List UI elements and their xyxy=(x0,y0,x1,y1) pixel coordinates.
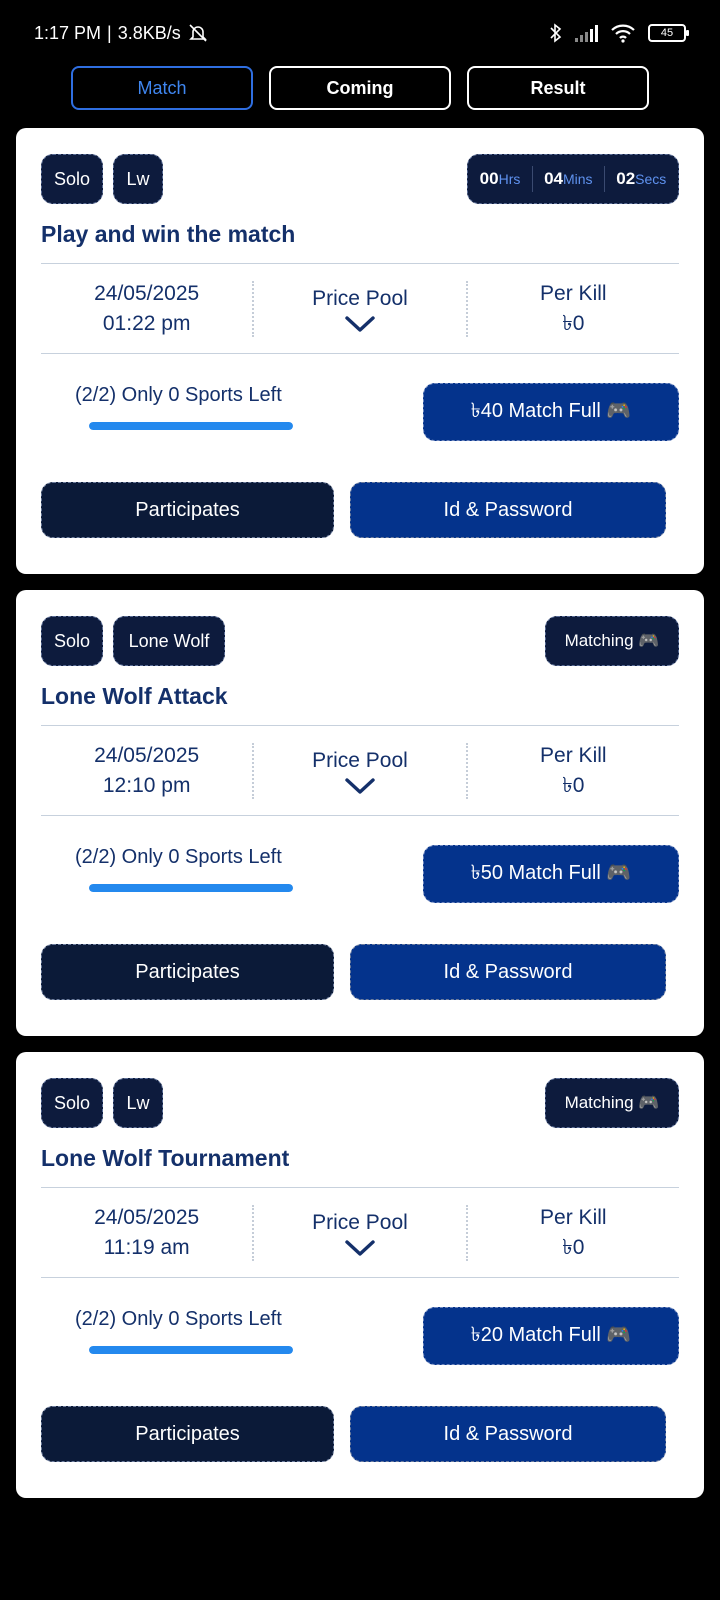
match-title: Play and win the match xyxy=(41,206,679,264)
match-title: Lone Wolf Tournament xyxy=(41,1130,679,1188)
match-full-button[interactable]: ৳50 Match Full 🎮 xyxy=(423,845,679,903)
per-kill-label: Per Kill xyxy=(540,743,607,767)
slots-progress-bar xyxy=(89,884,293,892)
match-full-button[interactable]: ৳40 Match Full 🎮 xyxy=(423,383,679,441)
mode-chip: Solo xyxy=(41,154,103,204)
matching-status: Matching 🎮 xyxy=(545,1078,679,1128)
tab-match[interactable]: Match xyxy=(71,66,253,110)
status-right: 45 xyxy=(549,23,689,43)
status-left: 1:17 PM | 3.8KB/s xyxy=(34,23,209,44)
tab-coming[interactable]: Coming xyxy=(269,66,451,110)
card-header: Solo Lw Matching 🎮 xyxy=(41,1052,679,1130)
action-buttons: Participates Id & Password xyxy=(41,482,679,538)
match-title: Lone Wolf Attack xyxy=(41,668,679,726)
slots-progress-fill xyxy=(89,884,293,892)
participates-button[interactable]: Participates xyxy=(41,482,334,538)
per-kill-value: ৳0 xyxy=(562,1235,585,1259)
price-pool-toggle[interactable]: Price Pool xyxy=(252,280,468,337)
countdown-timer: 00 Hrs 04 Mins 02 Secs xyxy=(467,154,679,204)
match-time: 11:19 am xyxy=(103,1235,190,1259)
slots-progress-fill xyxy=(89,422,293,430)
match-info: 24/05/2025 01:22 pm Price Pool Per Kill … xyxy=(41,264,679,354)
participates-button[interactable]: Participates xyxy=(41,944,334,1000)
card-header: Solo Lw 00 Hrs 04 Mins 02 Secs xyxy=(41,128,679,206)
slots-left-text: (2/2) Only 0 Sports Left xyxy=(75,384,282,406)
match-date: 24/05/2025 xyxy=(94,743,200,767)
price-pool-label: Price Pool xyxy=(312,748,408,772)
slots-progress-fill xyxy=(89,1346,293,1354)
battery-icon: 45 xyxy=(648,24,689,42)
match-schedule: 24/05/2025 01:22 pm xyxy=(41,281,252,337)
id-password-button[interactable]: Id & Password xyxy=(350,944,666,1000)
timer-divider xyxy=(531,166,533,192)
chevron-down-icon xyxy=(345,1239,375,1256)
mode-chip: Solo xyxy=(41,616,103,666)
type-chip: Lone Wolf xyxy=(113,616,225,666)
id-password-button[interactable]: Id & Password xyxy=(350,482,666,538)
match-card: Solo Lone Wolf Matching 🎮 Lone Wolf Atta… xyxy=(16,590,704,1036)
per-kill-label: Per Kill xyxy=(540,1205,607,1229)
clock: 1:17 PM xyxy=(34,22,102,43)
slots-left-text: (2/2) Only 0 Sports Left xyxy=(75,1308,282,1330)
match-info: 24/05/2025 12:10 pm Price Pool Per Kill … xyxy=(41,726,679,816)
price-pool-label: Price Pool xyxy=(312,286,408,310)
match-time: 12:10 pm xyxy=(102,773,191,797)
per-kill-value: ৳0 xyxy=(562,773,585,797)
timer-mins: 04 Mins xyxy=(544,169,593,188)
match-card: Solo Lw 00 Hrs 04 Mins 02 Secs Play and win… xyxy=(16,128,704,574)
type-chip: Lw xyxy=(113,1078,163,1128)
price-pool-toggle[interactable]: Price Pool xyxy=(252,1204,468,1261)
divider: | xyxy=(107,22,112,43)
slots-row: (2/2) Only 0 Sports Left ৳40 Match Full … xyxy=(41,354,679,482)
slots-row: (2/2) Only 0 Sports Left ৳50 Match Full … xyxy=(41,816,679,944)
match-date: 24/05/2025 xyxy=(94,1205,200,1229)
wifi-icon xyxy=(611,24,635,43)
slots-progress-bar xyxy=(89,1346,293,1354)
slots-left-text: (2/2) Only 0 Sports Left xyxy=(75,846,282,868)
slots-progress-bar xyxy=(89,422,293,430)
per-kill: Per Kill ৳0 xyxy=(468,281,679,337)
id-password-button[interactable]: Id & Password xyxy=(350,1406,666,1462)
signal-icon xyxy=(575,24,598,42)
price-pool-toggle[interactable]: Price Pool xyxy=(252,742,468,799)
per-kill-label: Per Kill xyxy=(540,281,607,305)
status-bar: 1:17 PM | 3.8KB/s 45 xyxy=(0,0,720,66)
timer-divider xyxy=(603,166,605,192)
match-card: Solo Lw Matching 🎮 Lone Wolf Tournament … xyxy=(16,1052,704,1498)
match-full-button[interactable]: ৳20 Match Full 🎮 xyxy=(423,1307,679,1365)
chevron-down-icon xyxy=(345,315,375,332)
tab-result[interactable]: Result xyxy=(467,66,649,110)
matching-status: Matching 🎮 xyxy=(545,616,679,666)
network-speed: 3.8KB/s xyxy=(117,22,181,43)
timer-secs: 02 Secs xyxy=(616,169,667,188)
action-buttons: Participates Id & Password xyxy=(41,944,679,1000)
action-buttons: Participates Id & Password xyxy=(41,1406,679,1462)
match-date: 24/05/2025 xyxy=(94,281,200,305)
match-schedule: 24/05/2025 12:10 pm xyxy=(41,743,252,799)
type-chip: Lw xyxy=(113,154,163,204)
slots-row: (2/2) Only 0 Sports Left ৳20 Match Full … xyxy=(41,1278,679,1406)
mute-bell-icon xyxy=(188,24,207,42)
match-info: 24/05/2025 11:19 am Price Pool Per Kill … xyxy=(41,1188,679,1278)
match-tabs: Match Coming Result xyxy=(0,66,720,112)
match-schedule: 24/05/2025 11:19 am xyxy=(41,1205,252,1261)
match-time: 01:22 pm xyxy=(102,311,191,335)
timer-hours: 00 Hrs xyxy=(479,169,521,188)
chevron-down-icon xyxy=(345,777,375,794)
mode-chip: Solo xyxy=(41,1078,103,1128)
participates-button[interactable]: Participates xyxy=(41,1406,334,1462)
per-kill: Per Kill ৳0 xyxy=(468,743,679,799)
price-pool-label: Price Pool xyxy=(312,1210,408,1234)
bluetooth-icon xyxy=(550,23,562,43)
card-header: Solo Lone Wolf Matching 🎮 xyxy=(41,590,679,668)
per-kill: Per Kill ৳0 xyxy=(468,1205,679,1261)
per-kill-value: ৳0 xyxy=(562,311,585,335)
